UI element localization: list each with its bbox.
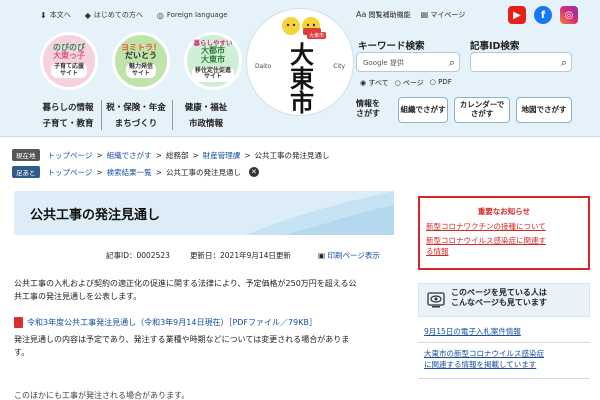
- first-visit-link[interactable]: ◆ はじめての方へ: [85, 10, 143, 20]
- site-header: ⬇ 本文へ ◆ はじめての方へ ◎ Foreign language のびのび 大東っ…: [0, 0, 600, 137]
- find-info-label: 情報を さがす: [356, 99, 380, 118]
- beginner-icon: ◆: [84, 10, 91, 20]
- nav-column-1: 暮らしの情報 子育て・教育: [38, 100, 98, 132]
- breadcrumb-organization[interactable]: 組織でさがす: [107, 150, 152, 161]
- vaccine-link[interactable]: 新型コロナワクチンの接種について: [426, 222, 584, 233]
- search-icon[interactable]: ⌕: [561, 56, 567, 70]
- related-pages-box: このページを見ている人は こんなページも見ています: [418, 283, 590, 317]
- nav-column-2: 税・保険・年金 まちづくり: [104, 100, 168, 132]
- divider: [418, 342, 590, 343]
- attraction-site-banner[interactable]: ヨミトラ！ だいとう 魅力発信 サイト: [112, 32, 170, 90]
- eye-icon: [427, 292, 445, 308]
- skip-to-content-link[interactable]: ⬇ 本文へ: [40, 10, 71, 20]
- breadcrumb-top[interactable]: トップページ: [48, 150, 93, 161]
- arrow-down-icon: ⬇: [40, 10, 47, 20]
- radio-page[interactable]: ○ ページ: [395, 78, 424, 88]
- radio-all[interactable]: ◉ すべて: [360, 78, 389, 88]
- divider: [418, 378, 590, 379]
- nav-divider: [101, 100, 102, 130]
- youtube-icon[interactable]: ▶: [508, 6, 526, 24]
- related-link-covid[interactable]: 大東市の新型コロナウイルス感染症 に関連する情報を掲載しています: [424, 348, 586, 371]
- updated-date: 更新日：2021年9月14日更新: [190, 251, 291, 260]
- decorative-wave: [244, 191, 394, 235]
- page-title: 公共工事の発注見通し: [30, 208, 161, 223]
- top-links: ⬇ 本文へ ◆ はじめての方へ ◎ Foreign language: [40, 10, 228, 20]
- title-band: 公共工事の発注見通し: [14, 191, 394, 235]
- accessibility-link[interactable]: Aa 閲覧補助機能: [356, 10, 411, 20]
- breadcrumb-current-page: 公共工事の発注見通し: [254, 150, 330, 160]
- covid-info-link[interactable]: 新型コロナウイルス感染症に関連す る情報: [426, 236, 584, 258]
- nav-living-info[interactable]: 暮らしの情報: [38, 100, 98, 116]
- text-size-icon: Aa: [356, 10, 367, 19]
- logo-daito-text: Daito: [255, 63, 271, 70]
- article-id-search-label: 記事ID検索: [470, 41, 520, 52]
- childcare-site-banner[interactable]: のびのび 大東っ子 子育て応援 サイト: [40, 32, 98, 90]
- nav-health-welfare[interactable]: 健康・福祉: [176, 100, 236, 116]
- search-icon[interactable]: ⌕: [449, 56, 455, 70]
- folder-icon: ▤: [420, 10, 429, 19]
- keyword-search-input[interactable]: Google 提供 ⌕: [356, 52, 460, 72]
- breadcrumb-property-management[interactable]: 財産管理課: [203, 150, 241, 161]
- breadcrumb-trail: 足あと トップページ > 検索結果一覧 > 公共工事の発注見通し ✕: [12, 166, 259, 178]
- nav-column-3: 健康・福祉 市政情報: [176, 100, 236, 132]
- article-id-search-input[interactable]: ⌕: [470, 52, 572, 72]
- utility-links: Aa 閲覧補助機能 ▤ マイページ: [356, 10, 465, 20]
- related-link-eprocurement[interactable]: 9月15日の電子入札案件情報: [424, 326, 586, 337]
- search-scope-radios: ◉ すべて ○ ページ ○ PDF: [360, 78, 452, 88]
- nav-urban-development[interactable]: まちづくり: [104, 116, 168, 132]
- city-logo[interactable]: 大東市 大東市 Daito City: [246, 8, 354, 116]
- close-icon[interactable]: ✕: [248, 167, 259, 177]
- trail-top[interactable]: トップページ: [48, 167, 93, 178]
- trail-search-results[interactable]: 検索結果一覧: [107, 167, 152, 178]
- instagram-icon[interactable]: ◎: [560, 6, 578, 24]
- article-id: 記事ID：0002523: [106, 251, 170, 260]
- logo-kanji: 大東市: [290, 40, 314, 117]
- nav-divider: [172, 100, 173, 130]
- radio-pdf[interactable]: ○ PDF: [430, 78, 452, 88]
- print-icon: ▣: [318, 251, 326, 260]
- breadcrumb-current: 現在地 トップページ > 組織でさがす > 総務部 > 財産管理課 > 公共工事の発注見…: [12, 149, 330, 161]
- important-notice: 重要なお知らせ 新型コロナワクチンの接種について 新型コロナウイルス感染症に関連…: [418, 196, 590, 270]
- trail-current-page: 公共工事の発注見通し: [165, 167, 241, 177]
- find-by-organization-button[interactable]: 組織でさがす: [398, 97, 448, 123]
- notes-paragraph: 発注見通しの内容は予定であり、発注する業種や時期などについては変更される場合があ…: [14, 335, 350, 357]
- mypage-link[interactable]: ▤ マイページ: [421, 10, 466, 20]
- nav-childcare-education[interactable]: 子育て・教育: [38, 116, 98, 132]
- pdf-icon: [14, 317, 23, 328]
- nav-tax-insurance-pension[interactable]: 税・保険・年金: [104, 100, 168, 116]
- print-link[interactable]: ▣ 印刷ページ表示: [318, 250, 380, 261]
- logo-city-text: City: [333, 63, 345, 70]
- keyword-search-label: キーワード検索: [358, 41, 425, 52]
- relocation-site-banner[interactable]: 暮らしやすい 大都市 大東市 移住定住促進 サイト: [184, 32, 242, 90]
- logo-badge: 大東市: [307, 32, 327, 39]
- nav-city-administration[interactable]: 市政情報: [176, 116, 236, 132]
- breadcrumb-general-affairs: 総務部: [165, 150, 189, 160]
- foreign-language-link[interactable]: ◎ Foreign language: [157, 10, 228, 20]
- globe-icon: ◎: [156, 10, 164, 20]
- intro-paragraph: 公共工事の入札および契約の適正化の促進に関する法律により、予定価格が250万円を…: [14, 279, 357, 301]
- facebook-icon[interactable]: f: [534, 6, 552, 24]
- partial-paragraph: このほかにも工事が発注される場合があります。: [14, 391, 190, 400]
- find-by-map-button[interactable]: 地図でさがす: [516, 97, 572, 123]
- find-by-calendar-button[interactable]: カレンダーで さがす: [454, 97, 510, 123]
- pdf-download-link[interactable]: 令和3年度公共工事発注見通し（令和3年9月14日現在）［PDFファイル／79KB…: [14, 317, 317, 328]
